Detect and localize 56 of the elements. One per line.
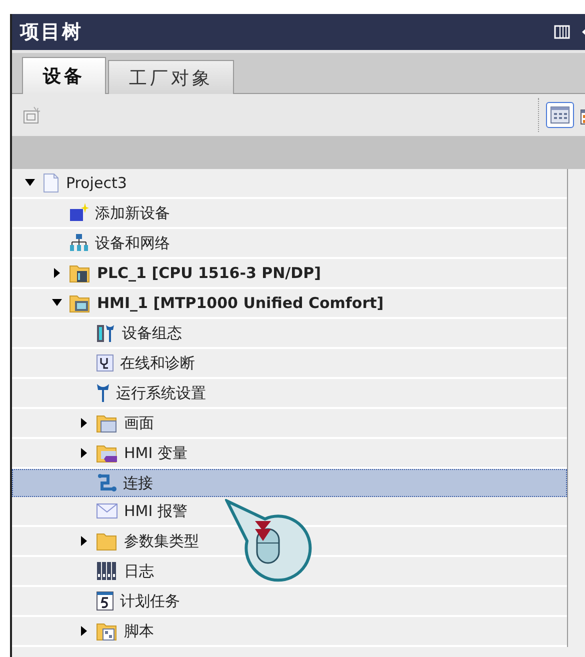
tree-row[interactable]: PLC_1 [CPU 1516-3 PN/DP]	[12, 259, 567, 289]
tree-item-label: Project3	[66, 174, 127, 192]
tree-item-label: 添加新设备	[95, 204, 170, 222]
panel-title: 项目树	[20, 20, 84, 45]
document-icon	[42, 173, 60, 193]
tree-item-label: 设备组态	[122, 324, 182, 342]
add-device-icon	[69, 203, 89, 223]
tree-item-label: HMI 变量	[124, 444, 188, 462]
connection-icon	[97, 473, 117, 493]
diagnostics-icon	[96, 354, 114, 372]
collapsed-triangle-icon[interactable]	[80, 536, 88, 546]
collapsed-triangle-icon[interactable]	[80, 448, 88, 458]
expanded-triangle-icon[interactable]	[52, 299, 62, 307]
tree-item-label: 计划任务	[120, 592, 180, 610]
overview-toggle-button[interactable]	[546, 102, 574, 128]
tree-row[interactable]: 计划任务	[12, 587, 567, 617]
tree-item-label: HMI_1 [MTP1000 Unified Comfort]	[97, 294, 384, 312]
plc-folder-icon	[69, 263, 91, 283]
tree-row[interactable]: 在线和诊断	[12, 349, 567, 379]
device-config-icon	[96, 323, 116, 343]
tree-row[interactable]: 添加新设备	[12, 199, 567, 229]
tree-item-label: 参数集类型	[124, 532, 199, 550]
tag-folder-icon	[96, 443, 118, 463]
tree-item-label: 画面	[124, 414, 154, 432]
tree-item-label: 在线和诊断	[120, 354, 195, 372]
wrench-icon	[96, 383, 110, 403]
tree-row[interactable]: 设备和网络	[12, 229, 567, 259]
screen-folder-icon	[96, 413, 118, 433]
script-folder-icon	[96, 621, 118, 641]
envelope-icon	[96, 503, 118, 519]
tree-row[interactable]: 脚本	[12, 617, 567, 647]
tab[interactable]: 设备	[22, 57, 106, 94]
expanded-triangle-icon[interactable]	[25, 179, 35, 187]
tab[interactable]: 工厂对象	[108, 60, 234, 94]
calendar-icon	[96, 591, 114, 611]
tree-item-label: 脚本	[124, 622, 154, 640]
tree-row[interactable]: 画面	[12, 409, 567, 439]
tree-row[interactable]: Project3	[12, 169, 567, 199]
tree-item-label: 设备和网络	[95, 234, 170, 252]
collapsed-triangle-icon[interactable]	[80, 418, 88, 428]
panel-layout-icon[interactable]	[554, 25, 570, 39]
tree-item-label: PLC_1 [CPU 1516-3 PN/DP]	[97, 264, 321, 282]
tree-row[interactable]: 设备组态	[12, 319, 567, 349]
tree-item-label: HMI 报警	[124, 502, 188, 520]
collapsed-triangle-icon[interactable]	[80, 626, 88, 636]
tree-row[interactable]: HMI_1 [MTP1000 Unified Comfort]	[12, 289, 567, 319]
tree-item-label: 连接	[123, 474, 153, 492]
collapsed-triangle-icon[interactable]	[54, 268, 60, 278]
tree-item-label: 运行系统设置	[116, 384, 206, 402]
folder-icon	[96, 531, 118, 551]
tree-row[interactable]: 运行系统设置	[12, 379, 567, 409]
binders-icon	[96, 561, 118, 581]
tree-item-label: 日志	[124, 562, 154, 580]
network-icon	[69, 233, 89, 253]
hmi-folder-icon	[69, 293, 91, 313]
tree-row[interactable]: 连接	[12, 469, 567, 497]
